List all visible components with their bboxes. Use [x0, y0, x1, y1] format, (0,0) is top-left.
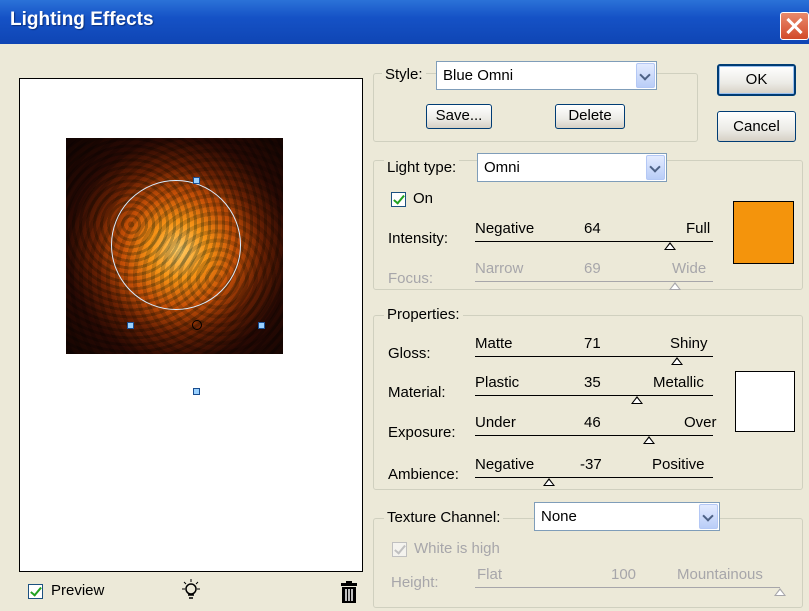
preview-label: Preview	[51, 582, 105, 599]
white-is-high-label: White is high	[414, 540, 500, 557]
texture-channel-value: None	[541, 508, 577, 525]
material-min-label: Plastic	[475, 374, 520, 391]
light-handle-bottom[interactable]	[193, 388, 200, 395]
intensity-label: Intensity:	[388, 230, 449, 247]
gloss-max-label: Shiny	[670, 335, 708, 352]
height-value[interactable]: 100	[611, 566, 636, 583]
exposure-label: Exposure:	[388, 424, 456, 441]
light-type-value: Omni	[484, 159, 520, 176]
save-button[interactable]: Save...	[426, 104, 492, 129]
ambience-slider-track[interactable]	[475, 477, 713, 478]
properties-title: Properties:	[384, 306, 463, 323]
exposure-max-label: Over	[684, 414, 717, 431]
cancel-button[interactable]: Cancel	[717, 111, 796, 142]
light-handle-right[interactable]	[258, 322, 265, 329]
close-icon[interactable]	[780, 12, 809, 40]
light-handle-top[interactable]	[193, 177, 200, 184]
light-on-checkbox[interactable]	[391, 192, 406, 207]
focus-min-label: Narrow	[475, 260, 524, 277]
gloss-min-label: Matte	[475, 335, 513, 352]
exposure-slider-thumb[interactable]	[643, 436, 655, 444]
ambience-label: Ambience:	[388, 466, 459, 483]
intensity-min-label: Negative	[475, 220, 535, 237]
focus-slider-thumb[interactable]	[669, 282, 681, 290]
intensity-slider-track[interactable]	[475, 241, 713, 242]
texture-group	[373, 518, 803, 608]
intensity-max-label: Full	[686, 220, 711, 237]
light-center[interactable]	[192, 320, 202, 330]
ambience-slider-thumb[interactable]	[543, 478, 555, 486]
texture-channel-label: Texture Channel:	[384, 509, 504, 526]
title-bar: Lighting Effects	[0, 0, 809, 44]
gloss-value[interactable]: 71	[584, 335, 601, 352]
style-label: Style:	[382, 66, 426, 83]
height-label: Height:	[391, 574, 439, 591]
style-value: Blue Omni	[443, 67, 514, 84]
chevron-down-icon[interactable]	[636, 63, 655, 88]
light-color-swatch[interactable]	[733, 201, 794, 264]
material-slider-thumb[interactable]	[631, 396, 643, 404]
material-slider-track[interactable]	[475, 395, 713, 396]
texture-channel-select[interactable]: None	[534, 502, 720, 531]
focus-value[interactable]: 69	[584, 260, 601, 277]
height-slider-thumb[interactable]	[774, 588, 786, 596]
light-ellipse[interactable]	[111, 180, 241, 310]
window-title: Lighting Effects	[10, 9, 154, 30]
material-max-label: Metallic	[653, 374, 704, 391]
height-max-label: Mountainous	[677, 566, 763, 583]
preview-checkbox[interactable]	[28, 584, 43, 599]
white-is-high-checkbox[interactable]	[392, 542, 407, 557]
ambience-value[interactable]: -37	[580, 456, 602, 473]
ambience-min-label: Negative	[475, 456, 535, 473]
light-type-label: Light type:	[384, 159, 460, 176]
intensity-slider-thumb[interactable]	[664, 242, 676, 250]
light-type-select[interactable]: Omni	[477, 153, 667, 182]
gloss-label: Gloss:	[388, 345, 431, 362]
ok-button[interactable]: OK	[717, 64, 796, 96]
focus-max-label: Wide	[672, 260, 707, 277]
chevron-down-icon[interactable]	[699, 504, 718, 529]
light-handle-left[interactable]	[127, 322, 134, 329]
ambience-max-label: Positive	[652, 456, 705, 473]
exposure-value[interactable]: 46	[584, 414, 601, 431]
style-select[interactable]: Blue Omni	[436, 61, 657, 90]
intensity-value[interactable]: 64	[584, 220, 601, 237]
add-light-bulb-icon[interactable]	[180, 578, 202, 604]
delete-button[interactable]: Delete	[555, 104, 625, 129]
trash-icon[interactable]	[339, 580, 359, 604]
light-on-label: On	[413, 190, 434, 207]
gloss-slider-thumb[interactable]	[671, 357, 683, 365]
chevron-down-icon[interactable]	[646, 155, 665, 180]
exposure-min-label: Under	[475, 414, 516, 431]
focus-label: Focus:	[388, 270, 434, 287]
ambient-color-swatch[interactable]	[735, 371, 795, 432]
height-slider-track[interactable]	[475, 587, 780, 588]
material-label: Material:	[388, 384, 446, 401]
exposure-slider-track[interactable]	[475, 435, 713, 436]
material-value[interactable]: 35	[584, 374, 601, 391]
height-min-label: Flat	[477, 566, 503, 583]
